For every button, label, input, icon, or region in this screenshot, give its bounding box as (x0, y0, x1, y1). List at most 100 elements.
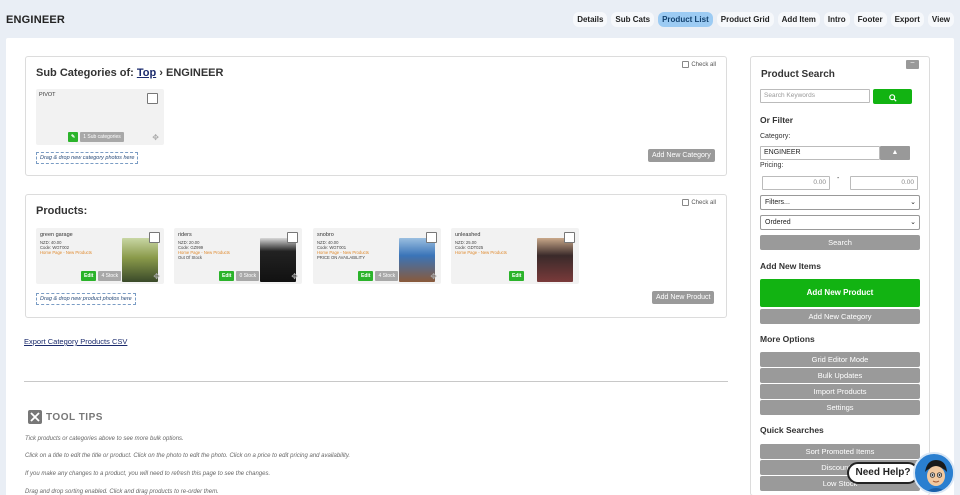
price-min-field[interactable]: 0.00 (762, 176, 830, 190)
product-checkbox[interactable] (287, 232, 298, 243)
product-tile[interactable]: snobro NZD: 40.00 Code: WGT001 Home Page… (313, 228, 441, 284)
move-icon[interactable]: ✥ (291, 272, 298, 281)
subcategories-count-badge[interactable]: 1 Sub categories (80, 132, 124, 142)
category-picker-button[interactable]: ▲ (880, 146, 910, 160)
product-title[interactable]: green garage (40, 232, 73, 238)
import-products-button[interactable]: Import Products (760, 384, 920, 399)
support-avatar[interactable] (913, 452, 955, 494)
stock-badge[interactable]: 4 Stock (98, 271, 122, 281)
add-new-product-button[interactable]: Add New Product (652, 291, 715, 304)
products-heading: Products: (36, 205, 88, 217)
tab-add-item[interactable]: Add Item (777, 12, 820, 27)
move-icon[interactable]: ✥ (153, 272, 160, 281)
tree-icon: ▲ (891, 149, 899, 156)
add-new-category-button[interactable]: Add New Category (648, 149, 715, 162)
tab-details[interactable]: Details (573, 12, 608, 27)
product-title[interactable]: riders (178, 232, 192, 238)
more-options-heading: More Options (760, 334, 815, 344)
tab-view[interactable]: View (927, 12, 954, 27)
support-agent-icon (916, 455, 953, 492)
chevron-down-icon: ⌄ (910, 219, 916, 226)
subcats-check-all[interactable]: Check all (682, 61, 716, 68)
move-icon[interactable]: ✥ (430, 272, 437, 281)
product-status: PRICE ON AVAILABILITY (317, 255, 366, 260)
tooltip-line: Tick products or categories above to see… (25, 436, 184, 442)
product-photo[interactable] (537, 238, 573, 282)
add-new-items-heading: Add New Items (760, 261, 821, 271)
category-tile-title[interactable]: PIVOT (39, 92, 56, 98)
tooltip-line: If you make any changes to a product, yo… (25, 471, 271, 477)
product-pages: Home Page - New Products (40, 250, 92, 255)
category-photo-dropzone[interactable]: Drag & drop new category photos here (36, 152, 139, 164)
search-input[interactable]: Search Keywords (760, 89, 870, 103)
search-icon (888, 94, 897, 102)
tooltip-line: Click on a title to edit the title or pr… (25, 453, 351, 459)
search-button[interactable] (873, 89, 912, 104)
divider (24, 381, 728, 382)
product-tile[interactable]: riders NZD: 20.00 Code: GZ999 Home Page … (174, 228, 302, 284)
export-csv-link[interactable]: Export Category Products CSV (24, 337, 127, 346)
sidebar-add-product-button[interactable]: Add New Product (760, 279, 920, 307)
stock-badge[interactable]: 4 Stock (375, 271, 399, 281)
category-field[interactable]: ENGINEER (760, 146, 880, 160)
current-category: ENGINEER (166, 67, 224, 79)
edit-button[interactable]: Edit (509, 271, 525, 281)
product-checkbox[interactable] (149, 232, 160, 243)
pricing-label: Pricing: (760, 162, 784, 169)
price-separator: - (837, 175, 840, 182)
tab-sub-cats[interactable]: Sub Cats (611, 12, 655, 27)
top-bar: ENGINEER Details Sub Cats Product List P… (0, 0, 960, 38)
category-label: Category: (760, 133, 791, 140)
or-filter-heading: Or Filter (760, 115, 794, 125)
tab-footer[interactable]: Footer (853, 12, 887, 27)
order-select[interactable]: Ordered ⌄ (760, 215, 920, 230)
tab-export[interactable]: Export (890, 12, 924, 27)
pencil-icon[interactable]: ✎ (68, 132, 79, 142)
settings-button[interactable]: Settings (760, 400, 920, 415)
tooltip-line: Drag and drop sorting enabled. Click and… (25, 489, 219, 495)
product-checkbox[interactable] (564, 232, 575, 243)
products-check-all[interactable]: Check all (682, 199, 716, 206)
product-status: Out Of Stock (178, 255, 202, 260)
product-title[interactable]: snobro (317, 232, 334, 238)
product-tile[interactable]: green garage NZD: 40.00 Code: WGT002 Hom… (36, 228, 164, 284)
sidebar-title: Product Search (761, 69, 835, 80)
tools-icon (28, 410, 42, 424)
page-title: ENGINEER (6, 14, 66, 26)
products-panel: Products: Check all green garage NZD: 40… (25, 194, 727, 318)
quick-searches-heading: Quick Searches (760, 425, 824, 435)
category-tile[interactable]: PIVOT ✎ 1 Sub categories ✥ (36, 89, 164, 145)
bulk-updates-button[interactable]: Bulk Updates (760, 368, 920, 383)
sidebar-add-category-button[interactable]: Add New Category (760, 309, 920, 324)
product-title[interactable]: unleashed (455, 232, 480, 238)
grid-editor-mode-button[interactable]: Grid Editor Mode (760, 352, 920, 367)
price-max-field[interactable]: 0.00 (850, 176, 918, 190)
top-link[interactable]: Top (137, 67, 156, 79)
product-search-sidebar: – Product Search Search Keywords Or Filt… (750, 56, 930, 495)
edit-button[interactable]: Edit (358, 271, 374, 281)
move-icon[interactable]: ✥ (152, 133, 159, 142)
product-checkbox[interactable] (426, 232, 437, 243)
product-tile[interactable]: unleashed NZD: 25.00 Code: GDT025 Home P… (451, 228, 579, 284)
filter-search-button[interactable]: Search (760, 235, 920, 250)
need-help-widget[interactable]: Need Help? (847, 452, 957, 495)
minimize-button[interactable]: – (906, 59, 919, 69)
tab-product-list[interactable]: Product List (658, 12, 713, 27)
stock-badge[interactable]: 0 Stock (236, 271, 260, 281)
subcategories-heading: Sub Categories of: Top › ENGINEER (36, 67, 224, 79)
filters-select[interactable]: Filters... ⌄ (760, 195, 920, 210)
product-photo-dropzone[interactable]: Drag & drop new product photos here (36, 293, 136, 305)
product-pages: Home Page - New Products (455, 250, 507, 255)
top-nav: Details Sub Cats Product List Product Gr… (573, 12, 954, 27)
edit-button[interactable]: Edit (219, 271, 235, 281)
check-all-checkbox[interactable] (682, 199, 690, 206)
edit-button[interactable]: Edit (81, 271, 97, 281)
check-all-checkbox[interactable] (682, 61, 690, 68)
tab-intro[interactable]: Intro (823, 12, 850, 27)
tab-product-grid[interactable]: Product Grid (716, 12, 774, 27)
chevron-down-icon: ⌄ (910, 199, 916, 206)
need-help-bubble[interactable]: Need Help? (847, 462, 919, 484)
category-checkbox[interactable] (147, 93, 158, 104)
subcategories-panel: Sub Categories of: Top › ENGINEER Check … (25, 56, 727, 176)
tooltips-heading: TOOL TIPS (28, 410, 103, 424)
